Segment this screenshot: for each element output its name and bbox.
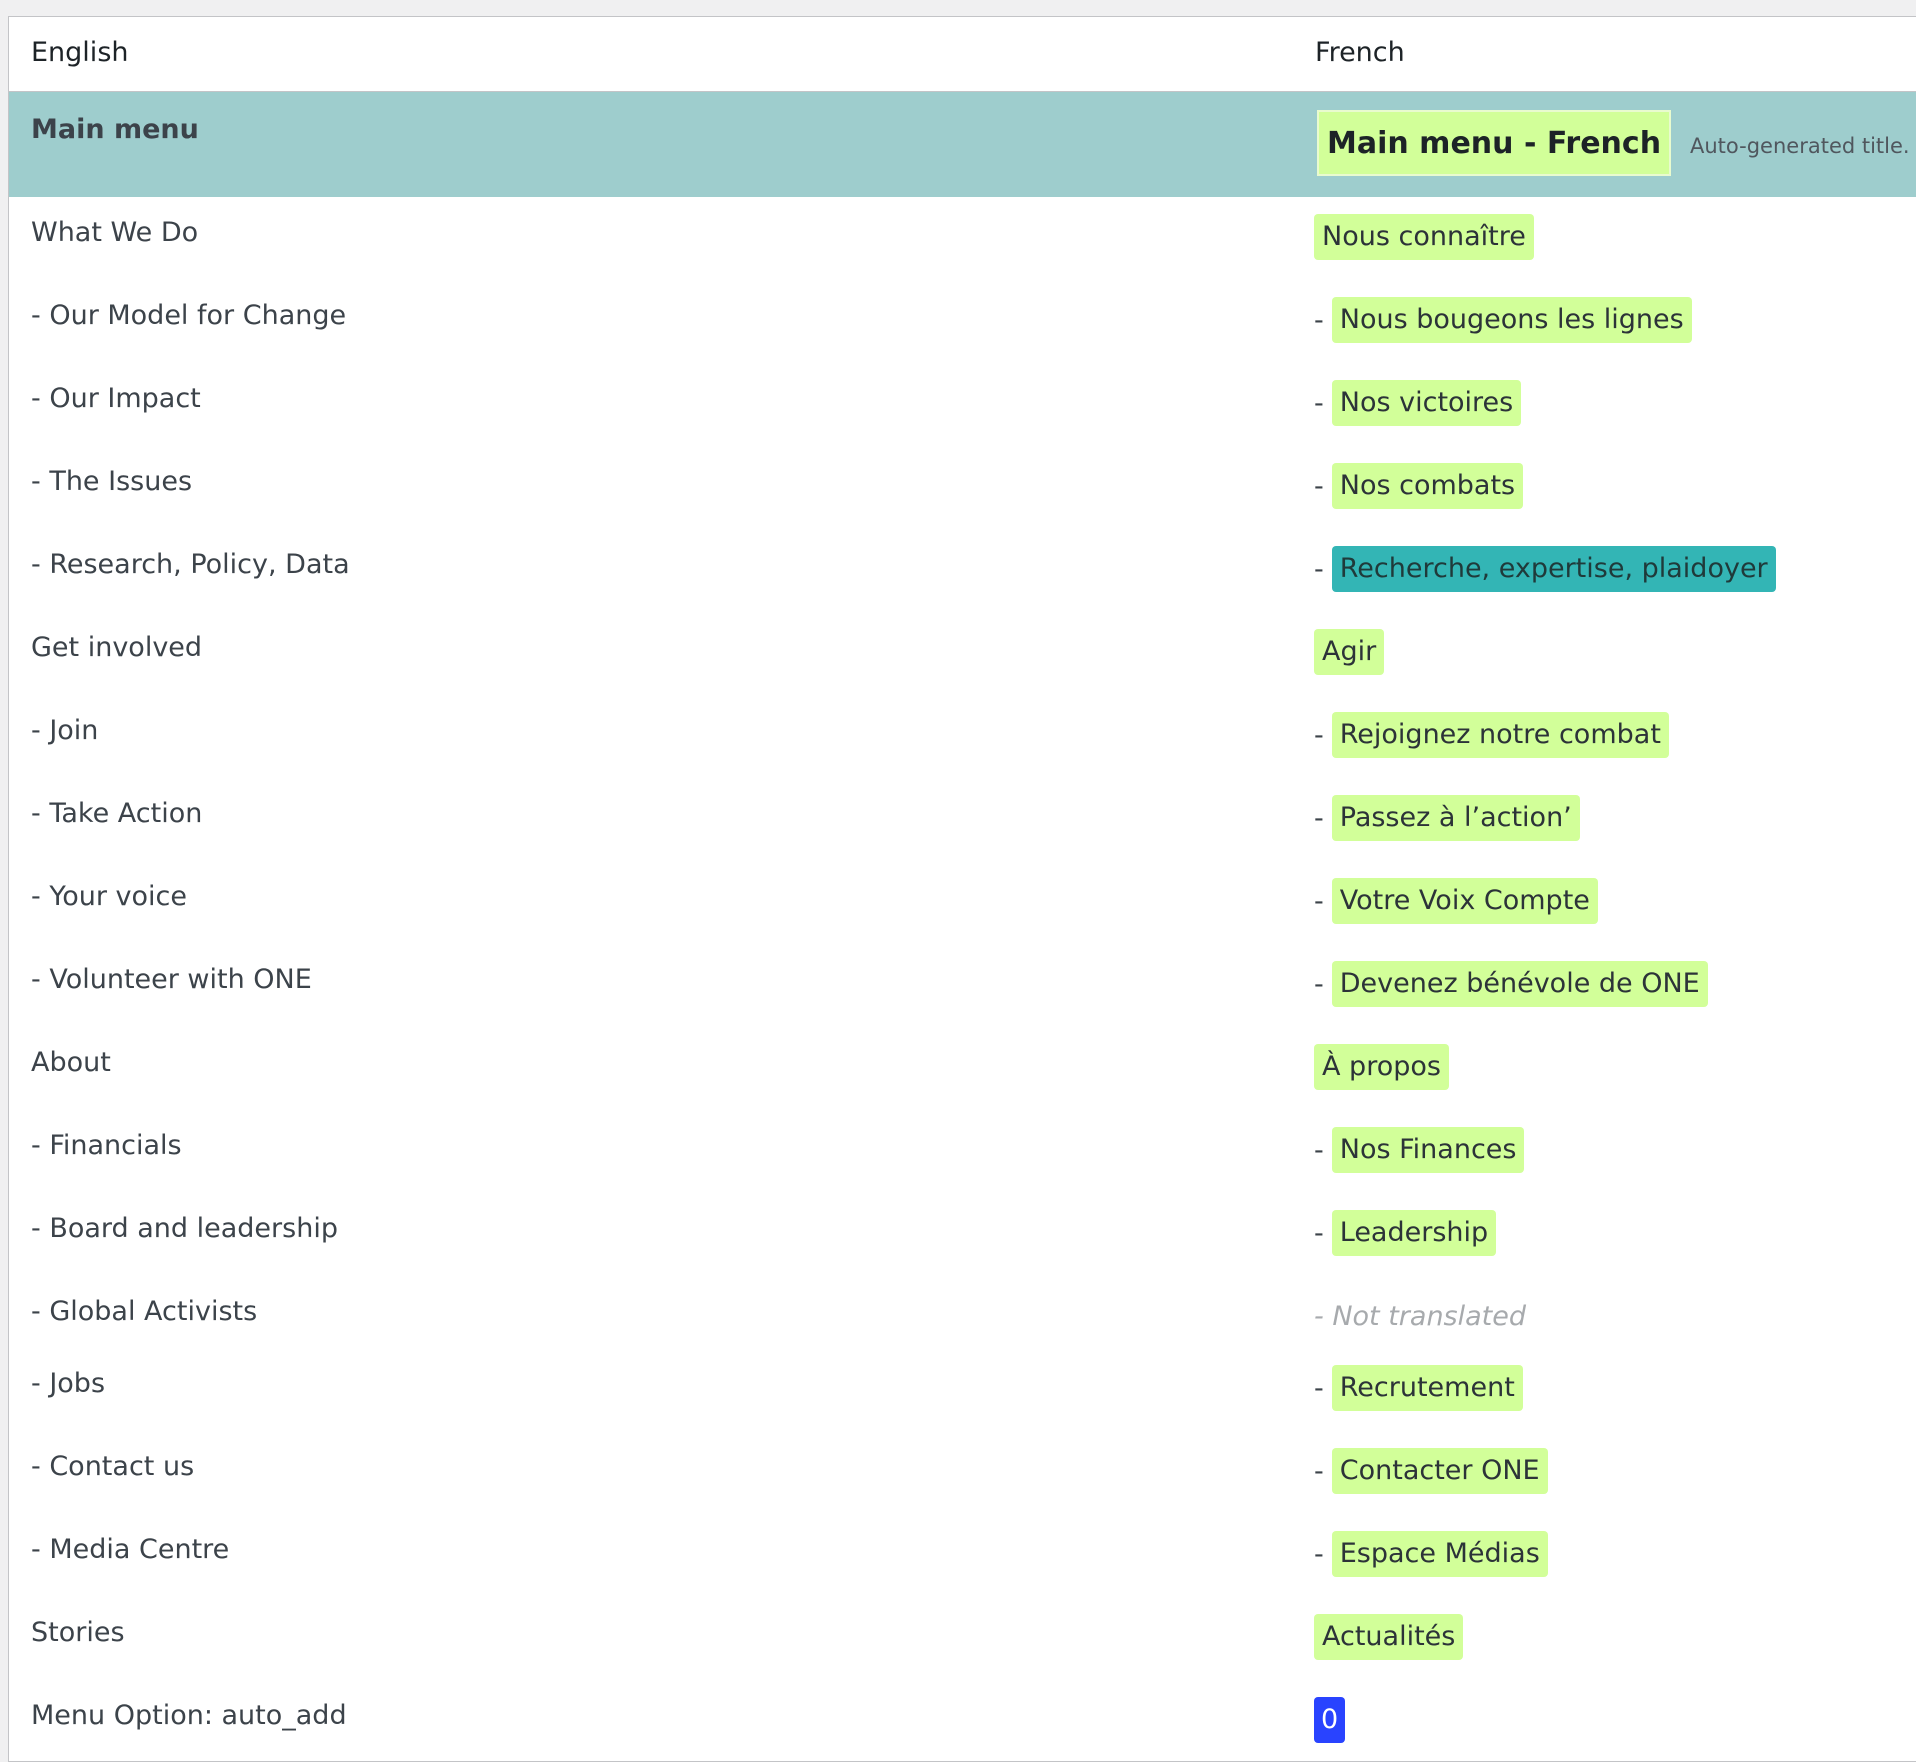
english-item: What We Do xyxy=(31,217,199,248)
table-row: - The Issues - Nos combats xyxy=(9,446,1916,529)
english-item: - Contact us xyxy=(31,1451,195,1482)
indent-dash: - xyxy=(1314,1455,1324,1487)
english-item: Stories xyxy=(31,1617,125,1648)
english-item: - Your voice xyxy=(31,881,188,912)
menu-title-french-input[interactable]: Main menu - French xyxy=(1317,110,1671,176)
column-header-english: English xyxy=(31,37,129,68)
not-translated-label[interactable]: - Not translated xyxy=(1314,1301,1526,1332)
table-row: - Volunteer with ONE - Devenez bénévole d… xyxy=(9,944,1916,1027)
english-item: - Financials xyxy=(31,1130,182,1161)
indent-dash: - xyxy=(1314,304,1324,336)
menu-option-value-chip[interactable]: 0 xyxy=(1314,1697,1346,1743)
table-row: Get involved Agir xyxy=(9,612,1916,695)
english-item: - Research, Policy, Data xyxy=(31,549,350,580)
french-cell: - Votre Voix Compte xyxy=(1314,877,1598,925)
translation-chip[interactable]: Nos victoires xyxy=(1331,380,1522,426)
indent-dash: - xyxy=(1314,1134,1324,1166)
french-cell: - Recherche, expertise, plaidoyer xyxy=(1314,545,1776,593)
indent-dash: - xyxy=(1314,470,1324,502)
french-cell: - Passez à l’action’ xyxy=(1314,794,1580,842)
translation-chip[interactable]: Votre Voix Compte xyxy=(1331,878,1598,924)
french-cell: - Nos victoires xyxy=(1314,379,1522,427)
table-row: Menu Option: auto_add 0 xyxy=(9,1680,1916,1761)
translation-chip[interactable]: Agir xyxy=(1314,629,1385,675)
table-row: - Financials - Nos Finances xyxy=(9,1110,1916,1193)
french-cell: Actualités xyxy=(1314,1613,1464,1661)
translation-chip[interactable]: Leadership xyxy=(1331,1210,1497,1256)
french-cell: - Not translated xyxy=(1314,1292,1526,1340)
indent-dash: - xyxy=(1314,885,1324,917)
french-cell: - Nos Finances xyxy=(1314,1126,1525,1174)
french-cell: - Nos combats xyxy=(1314,462,1524,510)
column-header-french: French xyxy=(1315,37,1405,68)
indent-dash: - xyxy=(1314,1217,1324,1249)
english-item: - Volunteer with ONE xyxy=(31,964,312,995)
translation-chip[interactable]: Nous connaître xyxy=(1314,214,1534,260)
table-row: - Take Action - Passez à l’action’ xyxy=(9,778,1916,861)
table-row: - Our Model for Change - Nous bougeons le… xyxy=(9,280,1916,363)
translation-chip[interactable]: Espace Médias xyxy=(1331,1531,1548,1577)
english-item: - Media Centre xyxy=(31,1534,230,1565)
english-item: - Take Action xyxy=(31,798,203,829)
translation-chip[interactable]: Nous bougeons les lignes xyxy=(1331,297,1692,343)
table-row: What We Do Nous connaître xyxy=(9,197,1916,280)
french-cell: - Rejoignez notre combat xyxy=(1314,711,1669,759)
table-row: - Media Centre - Espace Médias xyxy=(9,1514,1916,1597)
translation-chip[interactable]: Nos combats xyxy=(1331,463,1524,509)
table-row: About À propos xyxy=(9,1027,1916,1110)
table-header: English French xyxy=(9,17,1916,92)
table-row: - Research, Policy, Data - Recherche, exp… xyxy=(9,529,1916,612)
table-row: - Board and leadership - Leadership xyxy=(9,1193,1916,1276)
french-cell: - Espace Médias xyxy=(1314,1530,1548,1578)
french-cell: - Recrutement xyxy=(1314,1364,1523,1412)
translation-chip[interactable]: Contacter ONE xyxy=(1331,1448,1548,1494)
indent-dash: - xyxy=(1314,1538,1324,1570)
french-cell: Nous connaître xyxy=(1314,213,1534,261)
english-item: - Jobs xyxy=(31,1368,106,1399)
english-item: Get involved xyxy=(31,632,203,663)
menu-title-row: Main menu Main menu - French Auto-genera… xyxy=(9,92,1916,197)
table-row: - Join - Rejoignez notre combat xyxy=(9,695,1916,778)
french-cell: 0 xyxy=(1314,1696,1346,1744)
translation-table: English French Main menu Main menu - Fre… xyxy=(8,16,1916,1762)
table-row: Stories Actualités xyxy=(9,1597,1916,1680)
french-cell: - Leadership xyxy=(1314,1209,1497,1257)
auto-generated-note: Auto-generated title. C xyxy=(1690,134,1916,158)
table-row: - Jobs - Recrutement xyxy=(9,1348,1916,1431)
menu-title-english: Main menu xyxy=(31,114,199,145)
translation-chip[interactable]: Nos Finances xyxy=(1331,1127,1525,1173)
indent-dash: - xyxy=(1314,1372,1324,1404)
indent-dash: - xyxy=(1314,968,1324,1000)
english-item: - Our Impact xyxy=(31,383,201,414)
translation-chip[interactable]: Recrutement xyxy=(1331,1365,1523,1411)
english-item: About xyxy=(31,1047,111,1078)
english-item: - Board and leadership xyxy=(31,1213,338,1244)
french-cell: - Nous bougeons les lignes xyxy=(1314,296,1692,344)
translation-chip[interactable]: Passez à l’action’ xyxy=(1331,795,1580,841)
french-cell: À propos xyxy=(1314,1043,1449,1091)
table-row: - Our Impact - Nos victoires xyxy=(9,363,1916,446)
indent-dash: - xyxy=(1314,553,1324,585)
translation-chip[interactable]: Rejoignez notre combat xyxy=(1331,712,1669,758)
translation-chip[interactable]: Devenez bénévole de ONE xyxy=(1331,961,1708,1007)
english-item: - Our Model for Change xyxy=(31,300,347,331)
table-row: - Contact us - Contacter ONE xyxy=(9,1431,1916,1514)
french-cell: - Devenez bénévole de ONE xyxy=(1314,960,1708,1008)
translation-chip-selected[interactable]: Recherche, expertise, plaidoyer xyxy=(1331,546,1776,592)
indent-dash: - xyxy=(1314,802,1324,834)
translation-chip[interactable]: À propos xyxy=(1314,1044,1449,1090)
english-item: - Global Activists xyxy=(31,1296,258,1327)
french-cell: - Contacter ONE xyxy=(1314,1447,1548,1495)
english-item: - Join xyxy=(31,715,99,746)
indent-dash: - xyxy=(1314,719,1324,751)
indent-dash: - xyxy=(1314,387,1324,419)
english-item: Menu Option: auto_add xyxy=(31,1700,347,1731)
table-row: - Global Activists - Not translated xyxy=(9,1276,1916,1359)
english-item: - The Issues xyxy=(31,466,193,497)
french-cell: Agir xyxy=(1314,628,1385,676)
translation-chip[interactable]: Actualités xyxy=(1314,1614,1464,1660)
table-row: - Your voice - Votre Voix Compte xyxy=(9,861,1916,944)
